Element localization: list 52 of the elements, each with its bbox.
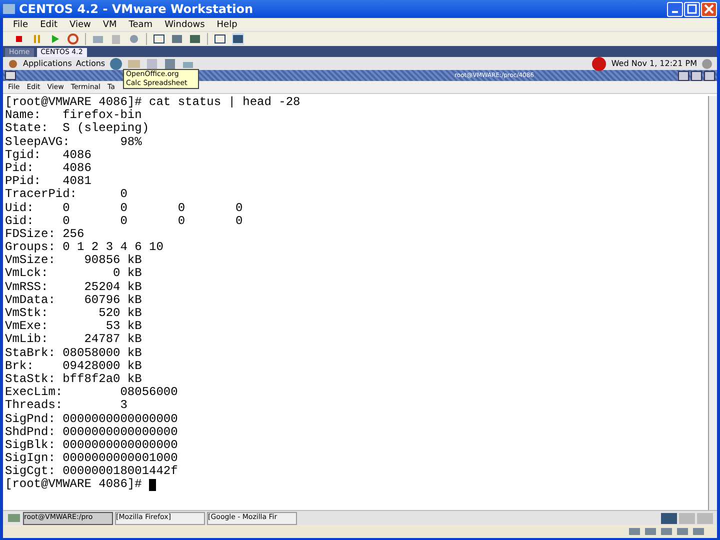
terminal-line: VmData: 60796 kB xyxy=(5,294,142,307)
close-button[interactable] xyxy=(704,70,715,80)
maximize-button[interactable] xyxy=(691,70,702,80)
terminal-line: Tgid: 4086 xyxy=(5,148,92,162)
window-title: CENTOS 4.2 - VMware Workstation xyxy=(19,2,254,16)
terminal-line: Brk: 09428000 kB xyxy=(5,360,142,373)
maximize-icon xyxy=(686,3,698,15)
menu-item[interactable]: View xyxy=(70,20,91,30)
terminal-line: SigIgn: 0000000000001000 xyxy=(5,452,178,466)
cursor xyxy=(149,479,156,492)
terminal-line: VmLck: 0 kB xyxy=(5,267,142,281)
terminal-line: State: S (sleeping) xyxy=(5,122,150,136)
terminal-line: VmStk: 520 kB xyxy=(5,307,142,320)
terminal-line: VmExe: 53 kB xyxy=(5,320,142,334)
menu-item[interactable]: Help xyxy=(216,20,238,30)
workspace[interactable] xyxy=(661,512,677,524)
terminal-line: ShdPnd: 0000000000000000 xyxy=(5,426,178,439)
panel-menu[interactable]: Actions xyxy=(76,59,106,68)
terminal-line: VmSize: 90856 kB xyxy=(5,254,142,268)
terminal-line: SigBlk: 0000000000000000 xyxy=(5,438,178,452)
terminal-line: Gid: 0 0 0 0 xyxy=(5,214,243,228)
menu-item[interactable]: File xyxy=(13,20,28,30)
close-icon xyxy=(703,3,715,15)
terminal-line: Uid: 0 0 0 0 xyxy=(5,202,243,215)
menu-item[interactable]: VM xyxy=(102,20,117,30)
window-menu-icon[interactable] xyxy=(5,71,16,80)
terminal-line: ExecLim: 08056000 xyxy=(5,386,178,400)
terminal-line: [root@VMWARE 4086]# cat status | head -28 xyxy=(5,96,300,109)
terminal-line: Pid: 4086 xyxy=(5,162,92,175)
terminal-line: PPid: 4081 xyxy=(5,175,92,188)
panel-menu[interactable]: Applications xyxy=(23,59,72,68)
scrollbar[interactable] xyxy=(708,96,717,510)
terminal-line: SigPnd: 0000000000000000 xyxy=(5,412,178,426)
terminal-line: TracerPid: 0 xyxy=(5,188,128,202)
terminal-line: StaBrk: 08058000 kB xyxy=(5,346,142,360)
terminal-line: FDSize: 256 xyxy=(5,228,84,242)
terminal-line: VmLib: 24787 kB xyxy=(5,333,142,347)
terminal-line: SleepAVG: 98% xyxy=(5,136,142,149)
clock: Wed Nov 1, 12:21 PM xyxy=(611,59,697,68)
menu-item[interactable]: Team xyxy=(128,20,153,30)
minimize-button[interactable] xyxy=(678,70,689,80)
minimize-icon xyxy=(672,11,678,13)
terminal-line: Groups: 0 1 2 3 4 6 10 xyxy=(5,241,164,254)
terminal-line: [root@VMWARE 4086]# xyxy=(5,478,143,492)
terminal-line: Name: firefox-bin xyxy=(5,109,142,122)
terminal-line: StaStk: bff8f2a0 kB xyxy=(5,372,142,386)
terminal-line: Threads: 3 xyxy=(5,399,128,413)
menu-item[interactable]: Edit xyxy=(40,20,58,30)
terminal-line: VmRSS: 25204 kB xyxy=(5,280,142,294)
stop-icon[interactable] xyxy=(13,33,25,45)
menu-item[interactable]: Windows xyxy=(164,20,205,30)
terminal-line: SigCgt: 000000018001442f xyxy=(5,465,178,478)
